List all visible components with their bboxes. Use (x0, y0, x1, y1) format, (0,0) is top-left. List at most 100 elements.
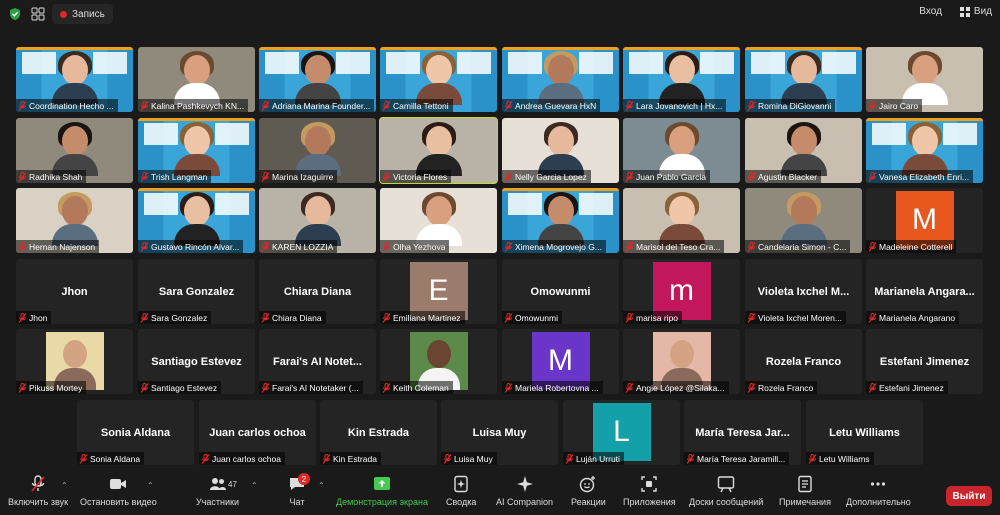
participant-nameplate: Ximena Mogrovejo G... (502, 240, 606, 253)
participant-tile[interactable]: Sonia Aldana Sonia Aldana (77, 400, 194, 465)
participant-tile[interactable]: Candelaria Simon - C... (745, 188, 862, 253)
participant-tile[interactable]: Nelly Garcia Lopez (502, 118, 619, 183)
participant-tile[interactable]: Juan carlos ochoa Juan carlos ochoa (199, 400, 316, 465)
participant-tile[interactable]: Santiago Estevez Santiago Estevez (138, 329, 255, 394)
whiteboards-button[interactable]: Доски сообщений (689, 475, 763, 507)
muted-mic-icon (868, 100, 877, 111)
participant-tile[interactable]: KAREN LOZZIA (259, 188, 376, 253)
share-screen-button[interactable]: Демонстрация экрана (336, 475, 428, 507)
summary-button[interactable]: Сводка (446, 475, 476, 507)
participant-tile[interactable]: Keith Coleman (380, 329, 497, 394)
muted-mic-icon (625, 241, 634, 252)
participant-nameplate: Letu Williams (806, 452, 874, 465)
participant-tile[interactable]: M Madeleine Cotterell (866, 188, 983, 253)
participant-tile[interactable]: Marina Izaguirre (259, 118, 376, 183)
participant-tile[interactable]: Coordination Hecho ... (16, 47, 133, 112)
participant-figure (901, 122, 948, 176)
participant-name: Sara Gonzalez (151, 312, 208, 323)
video-options-chevron-icon[interactable]: ⌃ (147, 481, 154, 490)
participant-tile[interactable]: Estefani Jimenez Estefani Jimenez (866, 329, 983, 394)
participant-name: KAREN LOZZIA (272, 241, 334, 252)
participant-figure (415, 192, 462, 246)
more-button[interactable]: Дополнительно (846, 475, 911, 507)
participant-nameplate: Marianela Angarano (866, 311, 960, 324)
participant-tile[interactable]: Trish Langman (138, 118, 255, 183)
participant-tile[interactable]: Andrea Guevara HxN (502, 47, 619, 112)
participant-tile[interactable]: Sara Gonzalez Sara Gonzalez (138, 259, 255, 324)
participant-tile[interactable]: Rozela Franco Rozela Franco (745, 329, 862, 394)
audio-options-chevron-icon[interactable]: ⌃ (61, 481, 68, 490)
chat-button[interactable]: 2 Чат (288, 473, 310, 507)
participant-figure (537, 122, 584, 176)
participant-tile[interactable]: m marisa ripo (623, 259, 740, 324)
participant-tile[interactable]: Jhon Jhon (16, 259, 133, 324)
security-shield-icon[interactable] (8, 7, 22, 21)
participant-nameplate: Olha Yezhova (380, 240, 450, 253)
participant-tile[interactable]: Romina DiGiovanni (745, 47, 862, 112)
muted-mic-icon (79, 453, 88, 464)
notes-button[interactable]: Примечания (779, 475, 831, 507)
meeting-toolbar: Включить звук ⌃ Остановить видео ⌃ Участ… (0, 471, 1000, 515)
participant-tile[interactable]: L Luján Urruti (563, 400, 680, 465)
participant-tile[interactable]: Kin Estrada Kin Estrada (320, 400, 437, 465)
participant-nameplate: Coordination Hecho ... (16, 99, 118, 112)
participant-tile[interactable]: Agustin Blacker (745, 118, 862, 183)
participant-nameplate: marisa ripo (623, 311, 683, 324)
participant-tile[interactable]: Violeta Ixchel M... Violeta Ixchel Moren.… (745, 259, 862, 324)
apps-button[interactable]: Приложения (623, 475, 676, 507)
stop-video-button[interactable]: Остановить видео (80, 475, 157, 507)
participant-tile[interactable]: Camilla Tettoni (380, 47, 497, 112)
view-label: Вид (973, 6, 992, 17)
participant-name: Radhika Shah (29, 171, 83, 182)
participant-tile[interactable]: Angie López @Silaka... (623, 329, 740, 394)
participant-name: Andrea Guevara HxN (515, 100, 597, 111)
participant-tile[interactable]: Victoria Flores (379, 117, 498, 184)
view-button[interactable]: Вид (959, 6, 992, 17)
participant-tile[interactable]: Marisol del Teso Cra... (623, 188, 740, 253)
participant-name: Farai's AI Notetaker (... (272, 382, 359, 393)
leave-meeting-button[interactable]: Выйти (946, 486, 992, 506)
participant-tile[interactable]: María Teresa Jar... María Teresa Jaramill… (684, 400, 801, 465)
participant-nameplate: Andrea Guevara HxN (502, 99, 601, 112)
participants-options-chevron-icon[interactable]: ⌃ (251, 481, 258, 490)
reactions-button[interactable]: Реакции (571, 475, 606, 507)
participant-tile[interactable]: Kalina Pashkevych KN... (138, 47, 255, 112)
participant-tile[interactable]: E Emiliana Martinez (380, 259, 497, 324)
participant-tile[interactable]: Omowunmi Omowunmi (502, 259, 619, 324)
participant-tile[interactable]: Chiara Diana Chiara Diana (259, 259, 376, 324)
chat-options-chevron-icon[interactable]: ⌃ (318, 481, 325, 490)
participant-tile[interactable]: Adriana Marina Founder... (259, 47, 376, 112)
muted-mic-icon (18, 382, 27, 393)
participant-tile[interactable]: Letu Williams Letu Williams (806, 400, 923, 465)
participant-tile[interactable]: Ximena Mogrovejo G... (502, 188, 619, 253)
notes-label: Примечания (779, 497, 831, 507)
gallery-grid-icon[interactable] (31, 7, 45, 21)
muted-mic-icon (504, 171, 513, 182)
participant-tile[interactable]: Radhika Shah (16, 118, 133, 183)
participant-tile[interactable]: Marianela Angara... Marianela Angarano (866, 259, 983, 324)
participant-tile[interactable]: Lara Jovanovich | Hx... (623, 47, 740, 112)
recording-indicator[interactable]: Запись (52, 4, 113, 24)
participant-name: Santiago Estevez (151, 382, 218, 393)
participant-tile[interactable]: Gustavo Rincón Alvar... (138, 188, 255, 253)
participant-tile[interactable]: Jairo Caro (866, 47, 983, 112)
participant-tile[interactable]: Hernan Najenson (16, 188, 133, 253)
participant-nameplate: Camilla Tettoni (380, 99, 453, 112)
participant-tile[interactable]: Luisa Muy Luisa Muy (441, 400, 558, 465)
muted-mic-icon (261, 382, 270, 393)
participant-tile[interactable]: M Mariela Robertovna ... (502, 329, 619, 394)
participant-tile[interactable]: Olha Yezhova (380, 188, 497, 253)
share-screen-icon (373, 477, 390, 490)
participant-tile[interactable]: Pikuss Mortey (16, 329, 133, 394)
ai-companion-button[interactable]: AI Companion (496, 475, 553, 507)
participant-nameplate: Jairo Caro (866, 99, 923, 112)
participant-display-name: Luisa Muy (472, 427, 527, 439)
participant-tile[interactable]: Vanesa Elizabeth Enri... (866, 118, 983, 183)
participant-tile[interactable]: Juan Pablo Garcia (623, 118, 740, 183)
signin-button[interactable]: Вход (919, 6, 942, 17)
participant-tile[interactable]: Farai's AI Notet... Farai's AI Notetaker … (259, 329, 376, 394)
unmute-button[interactable]: Включить звук (8, 475, 68, 507)
microphone-muted-icon (31, 475, 45, 492)
muted-mic-icon (747, 171, 756, 182)
muted-mic-icon (747, 382, 756, 393)
